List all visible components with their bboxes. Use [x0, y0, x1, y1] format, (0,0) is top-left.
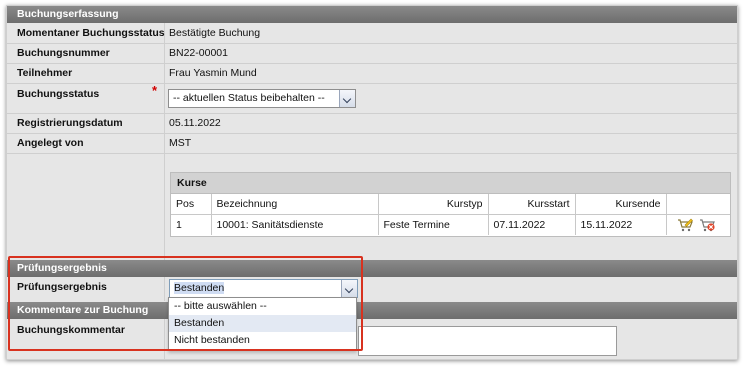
required-marker: * — [152, 83, 158, 98]
label-registrierungsdatum: Registrierungsdatum — [17, 117, 123, 129]
column-header-bezeichnung: Bezeichnung — [211, 194, 379, 215]
label-angelegt-von: Angelegt von — [17, 137, 84, 149]
cell-bezeichnung: 10001: Sanitätsdienste — [211, 214, 379, 235]
column-header-kursstart: Kursstart — [488, 194, 576, 215]
kurse-grid: Pos Bezeichnung Kurstyp Kursstart Kursen… — [171, 194, 730, 235]
booking-form: Buchungserfassung Momentaner Buchungssta… — [6, 5, 738, 360]
dropdown-option[interactable]: Nicht bestanden — [169, 332, 356, 349]
row-momentaner-status: Momentaner Buchungsstatus Bestätigte Buc… — [7, 23, 737, 43]
section-header-kommentare: Kommentare zur Buchung — [7, 302, 737, 319]
pruefungsergebnis-select-value: Bestanden — [174, 282, 225, 294]
row-pruefungsergebnis: Prüfungsergebnis — [7, 277, 737, 301]
divider — [7, 153, 737, 154]
section-header-buchungserfassung: Buchungserfassung — [7, 6, 737, 23]
section-header-pruefungsergebnis: Prüfungsergebnis — [7, 260, 737, 277]
label-buchungsstatus: Buchungsstatus — [17, 88, 100, 100]
value-registrierungsdatum: 05.11.2022 — [169, 117, 221, 129]
column-header-kursende: Kursende — [575, 194, 667, 215]
cell-actions — [666, 214, 730, 235]
label-teilnehmer: Teilnehmer — [17, 67, 73, 79]
chevron-down-icon[interactable] — [339, 90, 355, 107]
value-angelegt-von: MST — [169, 137, 192, 149]
label-buchungsnummer: Buchungsnummer — [17, 47, 110, 59]
row-buchungsnummer: Buchungsnummer BN22-00001 — [7, 43, 737, 63]
chevron-down-icon[interactable] — [341, 280, 357, 297]
value-momentaner-status: Bestätigte Buchung — [169, 27, 261, 39]
label-momentaner-status: Momentaner Buchungsstatus — [17, 27, 165, 39]
kurse-title: Kurse — [171, 173, 730, 194]
pruefungsergebnis-select[interactable]: Bestanden — [169, 279, 358, 298]
kurse-table: Kurse Pos Bezeichnung Kurstyp Kursstart … — [170, 172, 731, 237]
pruefungsergebnis-dropdown-list: -- bitte auswählen -- Bestanden Nicht be… — [168, 297, 357, 351]
column-header-actions — [666, 194, 730, 215]
buchungsstatus-select-value: -- aktuellen Status beibehalten -- — [173, 92, 325, 104]
table-header-row: Pos Bezeichnung Kurstyp Kursstart Kursen… — [171, 194, 730, 215]
value-buchungsnummer: BN22-00001 — [169, 47, 228, 59]
dropdown-option-selected[interactable]: Bestanden — [169, 315, 356, 332]
column-header-kurstyp: Kurstyp — [378, 194, 489, 215]
cell-kurstyp: Feste Termine — [378, 214, 489, 235]
buchungsstatus-select[interactable]: -- aktuellen Status beibehalten -- — [168, 89, 356, 108]
table-row: 1 10001: Sanitätsdienste Feste Termine 0… — [171, 214, 730, 235]
column-header-pos: Pos — [171, 194, 212, 215]
label-buchungskommentar: Buchungskommentar — [17, 324, 125, 336]
cell-pos: 1 — [171, 214, 212, 235]
row-teilnehmer: Teilnehmer Frau Yasmin Mund — [7, 63, 737, 83]
cell-kursstart: 07.11.2022 — [488, 214, 576, 235]
edit-cart-icon[interactable] — [677, 218, 693, 232]
cell-kursende: 15.11.2022 — [575, 214, 667, 235]
value-teilnehmer: Frau Yasmin Mund — [169, 67, 257, 79]
row-registrierungsdatum: Registrierungsdatum 05.11.2022 — [7, 113, 737, 133]
label-pruefungsergebnis: Prüfungsergebnis — [17, 281, 107, 293]
delete-cart-icon[interactable] — [699, 218, 716, 232]
dropdown-option[interactable]: -- bitte auswählen -- — [169, 298, 356, 315]
buchungskommentar-textarea[interactable] — [358, 326, 617, 356]
row-buchungsstatus: Buchungsstatus * -- aktuellen Status bei… — [7, 83, 737, 114]
row-angelegt-von: Angelegt von MST — [7, 133, 737, 153]
